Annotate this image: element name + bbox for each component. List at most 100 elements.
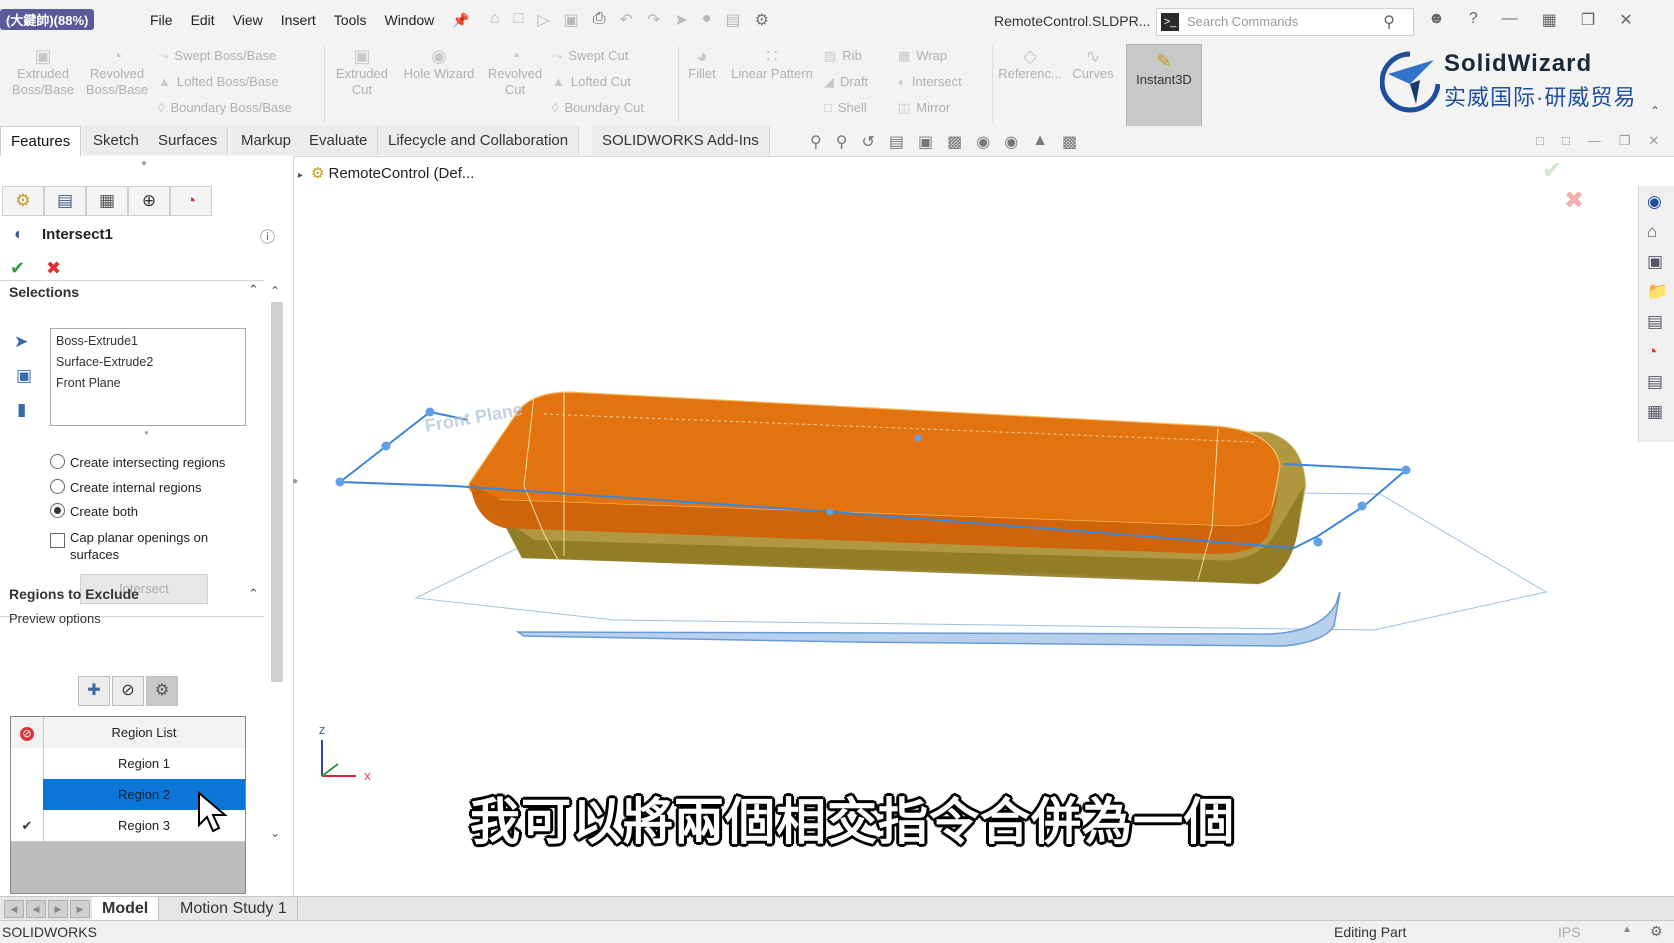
- panel-resize-handle[interactable]: ●: [141, 158, 147, 169]
- ok-check-icon[interactable]: ✔: [10, 258, 25, 279]
- custom-properties-icon[interactable]: ▤: [1647, 372, 1663, 392]
- user-icon[interactable]: ☻: [1428, 10, 1445, 30]
- scene-icon[interactable]: ▲: [1032, 132, 1048, 152]
- radio-button[interactable]: [50, 454, 65, 469]
- redo-icon[interactable]: ↷: [647, 10, 660, 30]
- extruded-cut-button[interactable]: ▣ Extruded Cut: [328, 47, 396, 98]
- view-orientation-icon[interactable]: ▣: [918, 132, 933, 152]
- home-icon[interactable]: ⌂: [490, 10, 500, 30]
- swept-boss-button[interactable]: ⤳ Swept Boss/Base: [158, 48, 276, 64]
- regions-to-exclude-header[interactable]: Regions to Exclude: [9, 586, 139, 602]
- menu-tools[interactable]: Tools: [334, 12, 367, 29]
- list-resize-handle[interactable]: ●: [144, 428, 149, 437]
- fillet-button[interactable]: ◕ Fillet: [682, 47, 722, 82]
- shell-button[interactable]: □ Shell: [824, 100, 867, 115]
- search-icon[interactable]: ⚲: [1383, 12, 1395, 32]
- rebuild-icon[interactable]: ●: [702, 10, 712, 30]
- tab-features[interactable]: Features: [0, 126, 82, 156]
- preview-both-icon[interactable]: ⚙: [146, 676, 178, 706]
- menu-insert[interactable]: Insert: [281, 12, 316, 29]
- lofted-boss-button[interactable]: ▲ Lofted Boss/Base: [158, 74, 279, 89]
- collapse-selections-icon[interactable]: ⌃: [248, 282, 259, 298]
- radio-create-both[interactable]: Create both: [50, 503, 138, 519]
- cancel-x-icon[interactable]: ✖: [46, 258, 61, 279]
- forum-icon[interactable]: ▦: [1647, 402, 1663, 422]
- confirm-check-icon[interactable]: ✔: [1542, 156, 1562, 185]
- plane-handle[interactable]: [914, 434, 922, 442]
- doc-close-icon[interactable]: ✕: [1648, 133, 1659, 149]
- linear-pattern-button[interactable]: ∷ Linear Pattern: [726, 47, 818, 82]
- display-style-icon[interactable]: ▩: [947, 132, 962, 152]
- view-palette-icon[interactable]: ▤: [1647, 312, 1663, 332]
- feature-manager-tab-icon[interactable]: ⚙: [2, 186, 44, 216]
- home-icon[interactable]: ⌂: [1647, 222, 1657, 242]
- help-icon[interactable]: ?: [1469, 10, 1478, 30]
- section-view-icon[interactable]: ▤: [889, 132, 904, 152]
- save-icon[interactable]: ▣: [564, 10, 579, 30]
- collapse-ribbon-icon[interactable]: ⌃: [1650, 104, 1660, 118]
- plane-handle[interactable]: [1313, 537, 1323, 547]
- doc-restore-icon[interactable]: ❐: [1619, 133, 1631, 149]
- selection-item[interactable]: Front Plane: [56, 373, 240, 394]
- intersect-button[interactable]: ◐ Intersect: [898, 74, 962, 89]
- previous-view-icon[interactable]: ↺: [861, 132, 874, 152]
- table-row[interactable]: Region 1: [11, 748, 245, 780]
- radio-button[interactable]: [50, 503, 65, 518]
- pin-icon[interactable]: 📌: [452, 12, 469, 29]
- wrap-button[interactable]: ▦ Wrap: [898, 48, 947, 64]
- new-document-icon[interactable]: □: [514, 10, 524, 30]
- help-icon[interactable]: ⓘ: [260, 226, 275, 247]
- print-icon[interactable]: ⎙: [593, 10, 606, 30]
- selection-item[interactable]: Boss-Extrude1: [56, 331, 240, 352]
- swept-cut-button[interactable]: ⤳ Swept Cut: [552, 48, 628, 64]
- panel-scrollbar[interactable]: ⌃ ⌄: [268, 284, 286, 844]
- feature-tree-flyout[interactable]: ▸ ⚙ RemoteControl (Def...: [298, 164, 474, 182]
- file-properties-icon[interactable]: ▤: [725, 10, 740, 30]
- preview-include-icon[interactable]: ✚: [78, 676, 110, 706]
- view-settings-icon[interactable]: ▩: [1062, 132, 1077, 152]
- tab-surfaces[interactable]: Surfaces: [148, 126, 229, 155]
- reference-geometry-button[interactable]: ◇ Referenc...: [996, 47, 1064, 82]
- search-commands-input[interactable]: >_ Search Commands ⚲: [1156, 8, 1414, 36]
- design-library-icon[interactable]: ▣: [1647, 252, 1663, 272]
- configuration-manager-tab-icon[interactable]: ▦: [86, 186, 128, 216]
- revolved-cut-button[interactable]: ◔ Revolved Cut: [482, 47, 548, 98]
- next-tab-icon[interactable]: ▶: [48, 900, 68, 918]
- boundary-boss-button[interactable]: ◊ Boundary Boss/Base: [158, 100, 292, 115]
- hide-show-icon[interactable]: ◉: [976, 132, 990, 152]
- scroll-up-icon[interactable]: ⌃: [270, 284, 280, 298]
- plane-handle[interactable]: [826, 508, 834, 516]
- curves-button[interactable]: ∿ Curves: [1068, 47, 1118, 82]
- boundary-cut-button[interactable]: ◊ Boundary Cut: [552, 100, 644, 115]
- radio-button[interactable]: [50, 479, 65, 494]
- solidworks-resources-icon[interactable]: ◉: [1647, 192, 1662, 212]
- mirror-button[interactable]: ◫ Mirror: [898, 100, 950, 116]
- menu-edit[interactable]: Edit: [191, 12, 215, 29]
- units-dropdown-icon[interactable]: ▲: [1622, 924, 1632, 935]
- region-checkbox-checked[interactable]: ✔: [11, 810, 44, 841]
- revolved-boss-button[interactable]: ◔ Revolved Boss/Base: [82, 47, 152, 98]
- collapse-regions-icon[interactable]: ⌃: [248, 586, 259, 602]
- cancel-x-icon[interactable]: ✖: [1564, 186, 1584, 215]
- radio-create-intersecting[interactable]: Create intersecting regions: [50, 454, 225, 470]
- edit-appearance-icon[interactable]: ◉: [1004, 132, 1018, 152]
- open-icon[interactable]: ▷: [537, 10, 549, 30]
- select-icon[interactable]: ➤: [674, 10, 687, 30]
- tab-addins[interactable]: SOLIDWORKS Add-Ins: [592, 126, 770, 155]
- region-checkbox[interactable]: [11, 748, 44, 779]
- file-explorer-icon[interactable]: 📁: [1647, 282, 1668, 302]
- extruded-boss-button[interactable]: ▣ Extruded Boss/Base: [8, 47, 78, 98]
- hole-wizard-button[interactable]: ◉ Hole Wizard: [398, 47, 480, 82]
- options-gear-icon[interactable]: ⚙: [755, 10, 769, 30]
- property-manager-tab-icon[interactable]: ▤: [44, 186, 86, 216]
- tab-lifecycle[interactable]: Lifecycle and Collaboration: [378, 126, 580, 155]
- status-units[interactable]: IPS: [1558, 924, 1581, 940]
- menu-view[interactable]: View: [233, 12, 263, 29]
- plane-handle[interactable]: [1401, 465, 1411, 475]
- plane-handle[interactable]: [1357, 501, 1367, 511]
- checkbox[interactable]: [50, 533, 65, 548]
- exclude-all-icon[interactable]: ⊘: [11, 717, 44, 748]
- first-tab-icon[interactable]: ◀: [4, 900, 24, 918]
- plane-handle[interactable]: [381, 441, 391, 451]
- menu-window[interactable]: Window: [384, 12, 434, 29]
